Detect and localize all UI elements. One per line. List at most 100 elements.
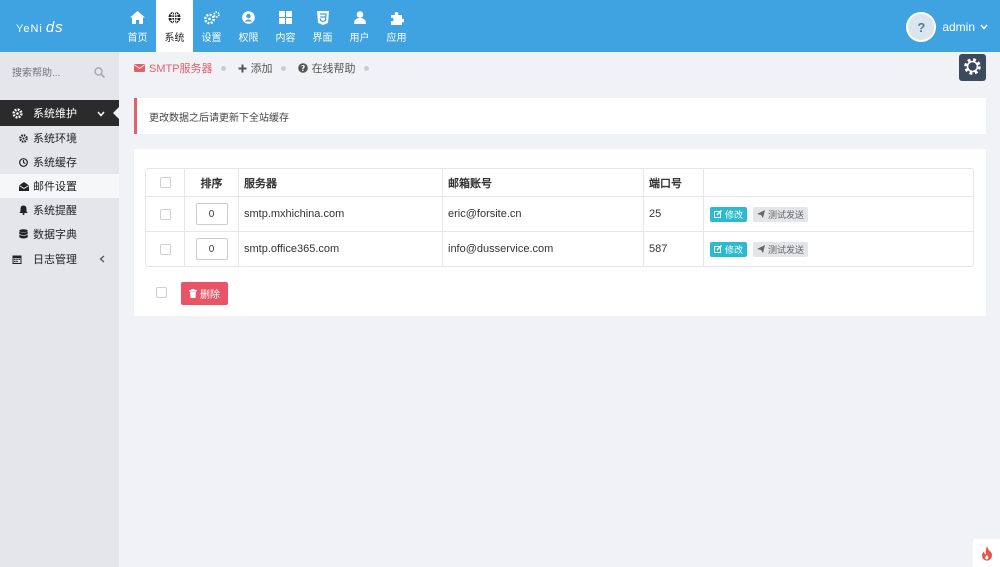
nav-content[interactable]: 内容 — [267, 0, 304, 52]
separator-dot — [280, 65, 286, 71]
tab-online-help[interactable]: ? 在线帮助 — [297, 60, 356, 76]
delete-button[interactable]: 删除 — [181, 282, 228, 305]
page-settings-button[interactable] — [959, 54, 986, 81]
sidebar: 系统维护 系统环境 系统缓存 邮件设置 系统提醒 数据字典 日志管理 — [0, 52, 120, 567]
paper-plane-icon — [757, 245, 766, 253]
edit-button[interactable]: 修改 — [710, 206, 748, 222]
user-menu[interactable]: ? admin — [906, 12, 988, 42]
nav-system[interactable]: 系统 — [156, 0, 193, 52]
table-header: 排序 服务器 邮箱账号 端口号 — [146, 169, 973, 196]
order-input[interactable] — [195, 203, 228, 225]
sidebar-item-data-dictionary[interactable]: 数据字典 — [0, 222, 119, 246]
tab-label: SMTP服务器 — [149, 63, 213, 75]
logo-text-right: ds — [45, 19, 64, 36]
nav-home[interactable]: 首页 — [119, 0, 156, 52]
gear-icon — [963, 57, 982, 79]
svg-text:?: ? — [300, 64, 304, 73]
question-circle-icon: ? — [297, 63, 308, 73]
order-input[interactable] — [195, 238, 228, 260]
sidebar-item-label: 系统缓存 — [33, 157, 77, 169]
smtp-panel: 排序 服务器 邮箱账号 端口号 smtp.mxhichina.com eric@… — [134, 149, 986, 316]
sidebar-group-label: 系统维护 — [33, 108, 77, 120]
bulk-select-checkbox[interactable] — [156, 287, 167, 298]
test-send-label: 测试发送 — [768, 244, 805, 255]
cog-icon — [19, 133, 29, 143]
alert-text: 更改数据之后请更新下全站缓存 — [149, 112, 289, 124]
nav-permissions-label: 权限 — [238, 32, 259, 44]
header-select — [146, 169, 184, 196]
search-icon[interactable] — [94, 67, 106, 81]
table-row: smtp.mxhichina.com eric@forsite.cn 25 修改… — [146, 196, 973, 231]
logo-text-left: YeNi — [16, 23, 43, 35]
nav-permissions[interactable]: 权限 — [230, 0, 267, 52]
row-port: 25 — [643, 197, 703, 231]
row-account: eric@forsite.cn — [442, 197, 643, 231]
nav-interface[interactable]: 界面 — [304, 0, 341, 52]
puzzle-icon — [390, 9, 404, 27]
row-server: smtp.office365.com — [238, 232, 442, 266]
sidebar-search — [6, 62, 113, 84]
delete-label: 删除 — [200, 290, 220, 301]
nav-content-label: 内容 — [275, 32, 296, 44]
sidebar-group-label: 日志管理 — [33, 254, 77, 266]
cogs-icon — [203, 9, 220, 27]
tab-label: 在线帮助 — [311, 63, 356, 75]
separator-dot — [220, 65, 226, 71]
sidebar-item-mail-settings[interactable]: 邮件设置 — [0, 174, 119, 198]
edit-icon — [714, 210, 722, 218]
test-send-button[interactable]: 测试发送 — [753, 241, 809, 257]
edit-label: 修改 — [725, 244, 744, 255]
trash-icon — [189, 289, 197, 298]
chevron-down-icon — [980, 22, 988, 32]
tab-label: 添加 — [250, 63, 273, 75]
tab-smtp-servers[interactable]: SMTP服务器 — [134, 60, 213, 76]
chevron-left-icon — [99, 254, 105, 266]
select-all-checkbox[interactable] — [159, 177, 171, 188]
test-send-button[interactable]: 测试发送 — [753, 206, 809, 222]
nav-system-label: 系统 — [164, 32, 185, 44]
edit-icon — [714, 245, 722, 253]
row-checkbox[interactable] — [159, 208, 171, 220]
paper-plane-icon — [757, 210, 766, 218]
sidebar-item-system-alerts[interactable]: 系统提醒 — [0, 198, 119, 222]
envelope-open-icon — [19, 181, 29, 191]
sidebar-group-log-management[interactable]: 日志管理 — [0, 246, 119, 272]
nav-users[interactable]: 用户 — [341, 0, 378, 52]
cache-notice: 更改数据之后请更新下全站缓存 — [134, 98, 986, 134]
edit-button[interactable]: 修改 — [710, 241, 748, 257]
sidebar-item-label: 数据字典 — [33, 229, 77, 241]
user-circle-icon — [242, 9, 255, 27]
bell-icon — [19, 205, 29, 215]
row-order — [184, 197, 238, 231]
fire-icon[interactable] — [973, 539, 1000, 567]
sidebar-group-system-maintenance[interactable]: 系统维护 — [0, 100, 120, 126]
nav-settings[interactable]: 设置 — [193, 0, 230, 52]
sidebar-item-system-env[interactable]: 系统环境 — [0, 126, 119, 150]
table-row: smtp.office365.com info@dusservice.com 5… — [146, 231, 973, 266]
top-navbar: YeNi ds 首页 系统 设置 权限 内容 界面 用户 应用 ? admin — [0, 0, 1000, 52]
nav-users-label: 用户 — [349, 32, 370, 44]
sidebar-item-system-cache[interactable]: 系统缓存 — [0, 150, 119, 174]
side-menu: 系统维护 系统环境 系统缓存 邮件设置 系统提醒 数据字典 日志管理 — [0, 100, 120, 272]
sidebar-item-label: 邮件设置 — [33, 181, 77, 193]
row-order — [184, 232, 238, 266]
globe-icon — [168, 9, 181, 27]
header-actions — [703, 169, 973, 196]
brand-logo[interactable]: YeNi ds — [16, 19, 64, 36]
avatar: ? — [906, 12, 937, 42]
main-nav: 首页 系统 设置 权限 内容 界面 用户 应用 — [119, 0, 415, 52]
nav-settings-label: 设置 — [201, 32, 222, 44]
tab-add[interactable]: 添加 — [238, 60, 273, 76]
chevron-down-icon — [97, 108, 105, 120]
row-select — [146, 197, 184, 231]
sidebar-item-label: 系统提醒 — [33, 205, 77, 217]
avatar-text: ? — [917, 19, 926, 35]
nav-apps[interactable]: 应用 — [378, 0, 415, 52]
row-checkbox[interactable] — [159, 243, 171, 255]
user-icon — [353, 9, 366, 27]
row-server: smtp.mxhichina.com — [238, 197, 442, 231]
row-actions: 修改 测试发送 — [703, 232, 973, 266]
nav-home-label: 首页 — [127, 32, 148, 44]
gear-icon — [12, 107, 26, 119]
username: admin — [942, 20, 975, 34]
